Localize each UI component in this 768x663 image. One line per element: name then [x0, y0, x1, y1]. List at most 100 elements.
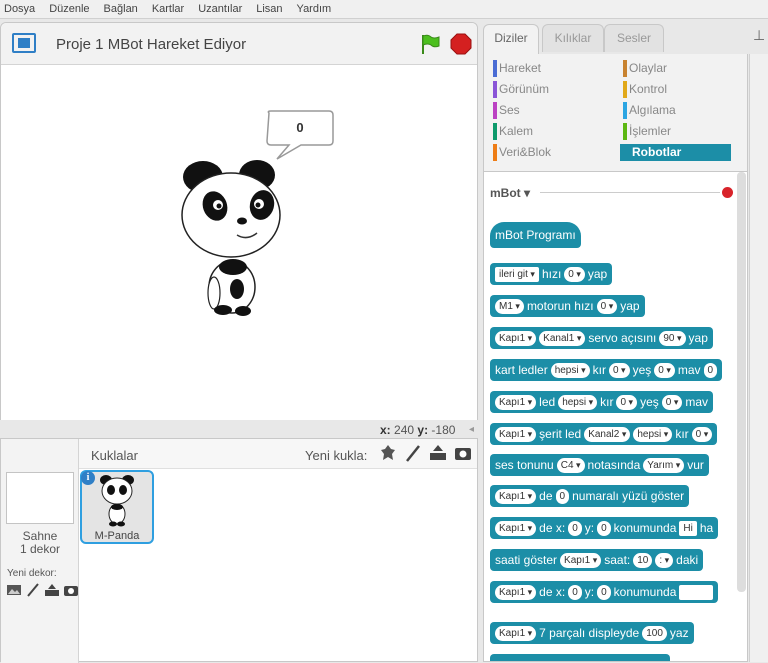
block-text: y: [584, 521, 595, 535]
upload-icon[interactable] [429, 444, 447, 462]
block-dropdown[interactable]: : [655, 552, 674, 568]
block-dropdown[interactable]: Kanal2 [584, 426, 631, 442]
block-mbot-program[interactable]: mBot Programı [490, 222, 581, 248]
block-partial[interactable] [490, 654, 670, 661]
category-robots[interactable]: Robotlar [620, 144, 731, 161]
palette-header[interactable]: mBot ▾ [490, 186, 530, 200]
block-input[interactable]: 0 [597, 520, 611, 536]
block-input[interactable]: 0 [703, 362, 718, 378]
block-input[interactable]: 10 [633, 552, 653, 568]
block-dropdown[interactable]: hepsi [558, 394, 598, 410]
block-input[interactable]: 0 [661, 394, 683, 410]
category-events[interactable]: Olaylar [617, 60, 667, 77]
block-show-face[interactable]: Kapı1 de 0 numaralı yüzü göster [490, 485, 690, 507]
category-sound[interactable]: Ses [487, 102, 520, 119]
fullscreen-icon[interactable] [12, 33, 36, 53]
category-control[interactable]: Kontrol [617, 81, 667, 98]
palette-scrollbar-thumb[interactable] [737, 172, 746, 592]
category-looks[interactable]: Görünüm [487, 81, 549, 98]
block-move[interactable]: ileri git hızı 0 yap [490, 263, 613, 285]
block-input[interactable]: 0 [568, 584, 582, 600]
category-color-swatch [493, 81, 497, 98]
block-input[interactable]: 0 [564, 266, 585, 282]
menu-boards[interactable]: Kartlar [152, 3, 184, 15]
block-motor-speed[interactable]: M1 motorun hızı 0 yap [490, 295, 645, 317]
block-show-time[interactable]: saati göster Kapı1 saat: 10 : daki [490, 549, 704, 571]
block-input[interactable]: 0 [616, 394, 638, 410]
block-dropdown[interactable]: C4 [556, 457, 585, 473]
tab-costumes[interactable]: Kılıklar [542, 24, 604, 52]
block-dropdown[interactable]: M1 [495, 298, 524, 314]
stage-canvas[interactable]: 0 [1, 65, 477, 420]
block-board-leds[interactable]: kart ledler hepsi kır 0 yeş 0 mav 0 [490, 359, 723, 381]
block-dropdown[interactable]: Kapı1 [495, 625, 537, 641]
menu-extensions[interactable]: Uzantılar [198, 3, 242, 15]
block-dropdown[interactable]: Kapı1 [495, 520, 537, 536]
category-motion[interactable]: Hareket [487, 60, 541, 77]
block-text: ses tonunu [495, 458, 554, 472]
palette-scrollbar-track[interactable] [749, 54, 768, 662]
menu-file[interactable]: Dosya [4, 3, 35, 15]
block-input[interactable]: 0 [596, 298, 618, 314]
block-dropdown[interactable]: Kapı1 [495, 394, 537, 410]
category-operators[interactable]: İşlemler [617, 123, 671, 140]
block-input[interactable]: 0 [597, 584, 611, 600]
block-dropdown[interactable]: Kanal1 [539, 330, 586, 346]
block-led[interactable]: Kapı1 led hepsi kır 0 yeş 0 mav [490, 391, 714, 413]
block-input[interactable]: 90 [659, 330, 686, 346]
block-dropdown[interactable]: Kapı1 [560, 552, 602, 568]
block-text-input[interactable]: Hi [679, 520, 697, 536]
paintbrush-icon[interactable] [25, 583, 41, 597]
block-dropdown[interactable]: ileri git [495, 266, 539, 282]
menu-edit[interactable]: Düzenle [49, 3, 89, 15]
block-dropdown[interactable]: Kapı1 [495, 426, 537, 442]
upload-icon[interactable] [44, 583, 60, 597]
category-color-swatch [623, 123, 627, 140]
collapse-arrow-icon[interactable]: ◂ [469, 424, 479, 438]
menu-language[interactable]: Lisan [256, 3, 282, 15]
category-data[interactable]: Veri&Blok [487, 144, 551, 161]
block-show-text[interactable]: Kapı1 de x: 0 y: 0 konumunda Hi ha [490, 517, 719, 539]
sprites-title: Kuklalar [91, 448, 138, 463]
category-pen[interactable]: Kalem [487, 123, 533, 140]
info-icon[interactable]: i [81, 471, 95, 485]
block-input[interactable]: 0 [608, 362, 630, 378]
project-title[interactable]: Proje 1 MBot Hareket Ediyor [56, 36, 246, 53]
menu-bar: Dosya Düzenle Bağlan Kartlar Uzantılar L… [0, 0, 768, 19]
block-input[interactable]: 0 [654, 362, 675, 378]
block-text-input[interactable] [679, 584, 714, 600]
block-input[interactable]: 0 [555, 488, 570, 504]
block-dropdown[interactable]: hepsi [550, 362, 590, 378]
block-input[interactable]: 100 [642, 625, 667, 641]
landscape-icon[interactable] [6, 583, 22, 597]
tab-scripts[interactable]: Diziler [483, 24, 539, 55]
block-servo[interactable]: Kapı1 Kanal1 servo açısını 90 yap [490, 327, 713, 349]
paintbrush-icon[interactable] [404, 444, 422, 462]
menu-connect[interactable]: Bağlan [104, 3, 138, 15]
sprite-tile-panda[interactable]: i M-Panda [80, 470, 154, 544]
block-draw[interactable]: Kapı1 de x: 0 y: 0 konumunda [490, 581, 719, 603]
block-7segment[interactable]: Kapı1 7 parçalı displeyde 100 yaz [490, 622, 694, 644]
block-input[interactable]: 0 [691, 426, 713, 442]
block-dropdown[interactable]: Kapı1 [495, 488, 537, 504]
stage-header: Proje 1 MBot Hareket Ediyor [1, 23, 477, 65]
block-dropdown[interactable]: Kapı1 [495, 330, 537, 346]
block-dropdown[interactable]: Kapı1 [495, 584, 537, 600]
tab-sounds[interactable]: Sesler [604, 24, 664, 52]
green-flag-icon[interactable] [419, 33, 441, 55]
stop-icon[interactable] [450, 33, 472, 55]
block-text: yeş [632, 363, 652, 377]
stage-thumbnail[interactable] [6, 472, 74, 524]
stamp-icon[interactable]: ⊥ [753, 27, 765, 44]
category-sensing[interactable]: Algılama [617, 102, 676, 119]
sprite-library-icon[interactable] [379, 444, 397, 462]
block-play-tone[interactable]: ses tonunu C4 notasında Yarım vur [490, 454, 709, 476]
block-dropdown[interactable]: Yarım [643, 457, 685, 473]
panda-sprite[interactable] [1, 65, 477, 420]
block-input[interactable]: 0 [568, 520, 582, 536]
block-led-strip[interactable]: Kapı1 şerit led Kanal2 hepsi kır 0 [490, 423, 718, 445]
block-dropdown[interactable]: hepsi [633, 426, 673, 442]
camera-icon[interactable] [63, 583, 79, 597]
camera-icon[interactable] [454, 444, 472, 462]
menu-help[interactable]: Yardım [297, 3, 332, 15]
